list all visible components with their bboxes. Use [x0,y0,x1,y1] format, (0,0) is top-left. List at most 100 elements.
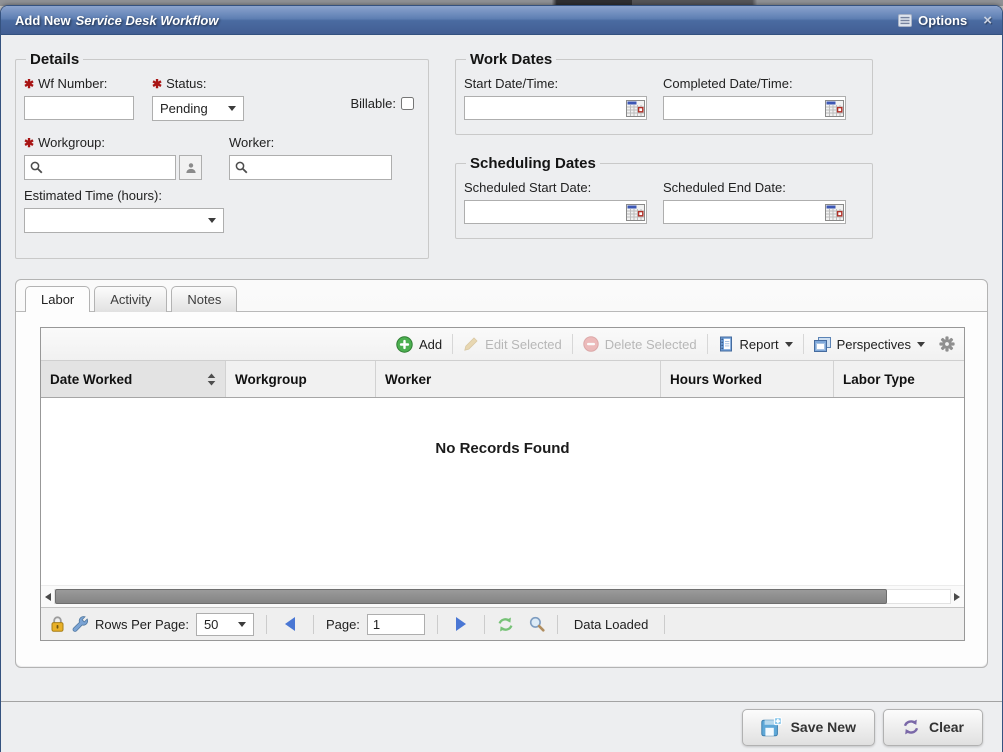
calendar-icon[interactable] [626,100,645,117]
worker-label: Worker: [229,135,392,150]
scrollbar-thumb[interactable] [55,589,887,604]
tab-notes[interactable]: Notes [171,286,237,312]
billable-label: Billable: [350,96,396,111]
column-header-date-worked[interactable]: Date Worked [41,361,226,397]
close-button[interactable]: × [983,13,992,28]
chevron-down-icon [228,106,236,111]
refresh-icon[interactable] [497,617,514,632]
scheduling-dates-fieldset: Scheduling Dates Scheduled Start Date: [455,155,873,239]
estimated-time-label: Estimated Time (hours): [24,188,418,203]
edit-selected-button[interactable]: Edit Selected [459,336,566,352]
search-records-icon[interactable] [529,616,545,632]
dialog-body: Details ✱ Wf Number: ✱ St [1,35,1002,701]
calendar-icon[interactable] [825,100,844,117]
scheduled-start-input[interactable] [464,200,647,224]
status-select[interactable]: Pending [152,96,244,121]
tab-labor[interactable]: Labor [25,286,90,312]
estimated-time-select[interactable] [24,208,224,233]
details-legend: Details [26,51,83,68]
scrollbar-track[interactable] [54,589,951,604]
chevron-down-icon [208,218,216,223]
completed-datetime-input[interactable] [663,96,846,120]
scheduled-start-label: Scheduled Start Date: [464,180,647,195]
worker-input[interactable] [252,158,386,178]
start-datetime-input[interactable] [464,96,647,120]
labor-grid: Add Edit Selected [40,327,965,641]
tab-panel: Labor Activity Notes Add [15,279,988,668]
search-icon [235,161,248,174]
workgroup-input[interactable] [47,158,170,178]
clear-button[interactable]: Clear [883,709,983,746]
report-icon [718,336,734,352]
search-icon [30,161,43,174]
empty-message: No Records Found [41,398,964,457]
dialog-title: Add NewService Desk Workflow [15,13,218,28]
column-header-hours-worked[interactable]: Hours Worked [661,361,834,397]
add-button[interactable]: Add [392,336,446,353]
dialog-footer: Save New Clear [1,701,1002,752]
page-label: Page: [326,617,360,632]
work-dates-fieldset: Work Dates Start Date/Time: [455,51,873,135]
rows-per-page-select[interactable]: 50 [196,613,254,636]
perspectives-button[interactable]: Perspectives [810,337,929,352]
add-workflow-dialog: Add NewService Desk Workflow Options × D… [0,5,1003,752]
grid-pager: Rows Per Page: 50 Page: [41,607,964,640]
options-icon [898,14,912,27]
page-input[interactable] [367,614,425,635]
tab-activity[interactable]: Activity [94,286,167,312]
wf-number-input[interactable] [24,96,134,120]
start-datetime-label: Start Date/Time: [464,76,647,91]
report-button[interactable]: Report [714,336,797,352]
workgroup-label: ✱ Workgroup: [24,135,229,150]
calendar-icon[interactable] [825,204,844,221]
grid-body: No Records Found [41,398,964,585]
scheduling-dates-legend: Scheduling Dates [466,155,600,172]
options-button[interactable]: Options [898,13,967,28]
dialog-title-prefix: Add New [15,13,71,28]
scheduled-end-label: Scheduled End Date: [663,180,846,195]
pager-separator [557,615,558,634]
grid-settings-button[interactable] [939,336,955,352]
toolbar-separator [452,334,453,354]
chevron-down-icon [238,622,246,627]
workgroup-person-picker-button[interactable] [179,155,202,180]
pager-separator [664,615,665,634]
pager-separator [313,615,314,634]
required-marker: ✱ [24,77,34,91]
completed-datetime-label: Completed Date/Time: [663,76,846,91]
worker-search-field[interactable] [229,155,392,180]
column-header-labor-type[interactable]: Labor Type [834,361,964,397]
perspectives-icon [814,337,831,352]
add-icon [396,336,413,353]
pager-separator [266,615,267,634]
toolbar-separator [803,334,804,354]
chevron-down-icon [917,342,925,347]
scheduled-end-input[interactable] [663,200,846,224]
rows-per-page-label: Rows Per Page: [95,617,189,632]
next-page-button[interactable] [456,617,466,631]
save-icon [761,717,782,737]
clear-refresh-icon [902,719,920,735]
column-header-workgroup[interactable]: Workgroup [226,361,376,397]
delete-selected-button[interactable]: Delete Selected [579,336,701,352]
scroll-left-arrow[interactable] [45,593,51,601]
chevron-down-icon [785,342,793,347]
calendar-icon[interactable] [626,204,645,221]
previous-page-button[interactable] [285,617,295,631]
details-fieldset: Details ✱ Wf Number: ✱ St [15,51,429,259]
workgroup-search-field[interactable] [24,155,176,180]
tab-strip: Labor Activity Notes [16,280,987,311]
lock-icon[interactable] [50,616,65,632]
wf-number-label: ✱ Wf Number: [24,76,152,91]
work-dates-legend: Work Dates [466,51,556,68]
tab-content-labor: Add Edit Selected [16,311,987,666]
horizontal-scrollbar [41,585,964,607]
status-label: ✱ Status: [152,76,262,91]
billable-checkbox[interactable] [401,97,414,110]
save-new-button[interactable]: Save New [742,709,875,746]
scroll-right-arrow[interactable] [954,593,960,601]
screen: Add NewService Desk Workflow Options × D… [0,0,1003,752]
wrench-icon[interactable] [72,616,88,632]
column-header-worker[interactable]: Worker [376,361,661,397]
toolbar-separator [572,334,573,354]
